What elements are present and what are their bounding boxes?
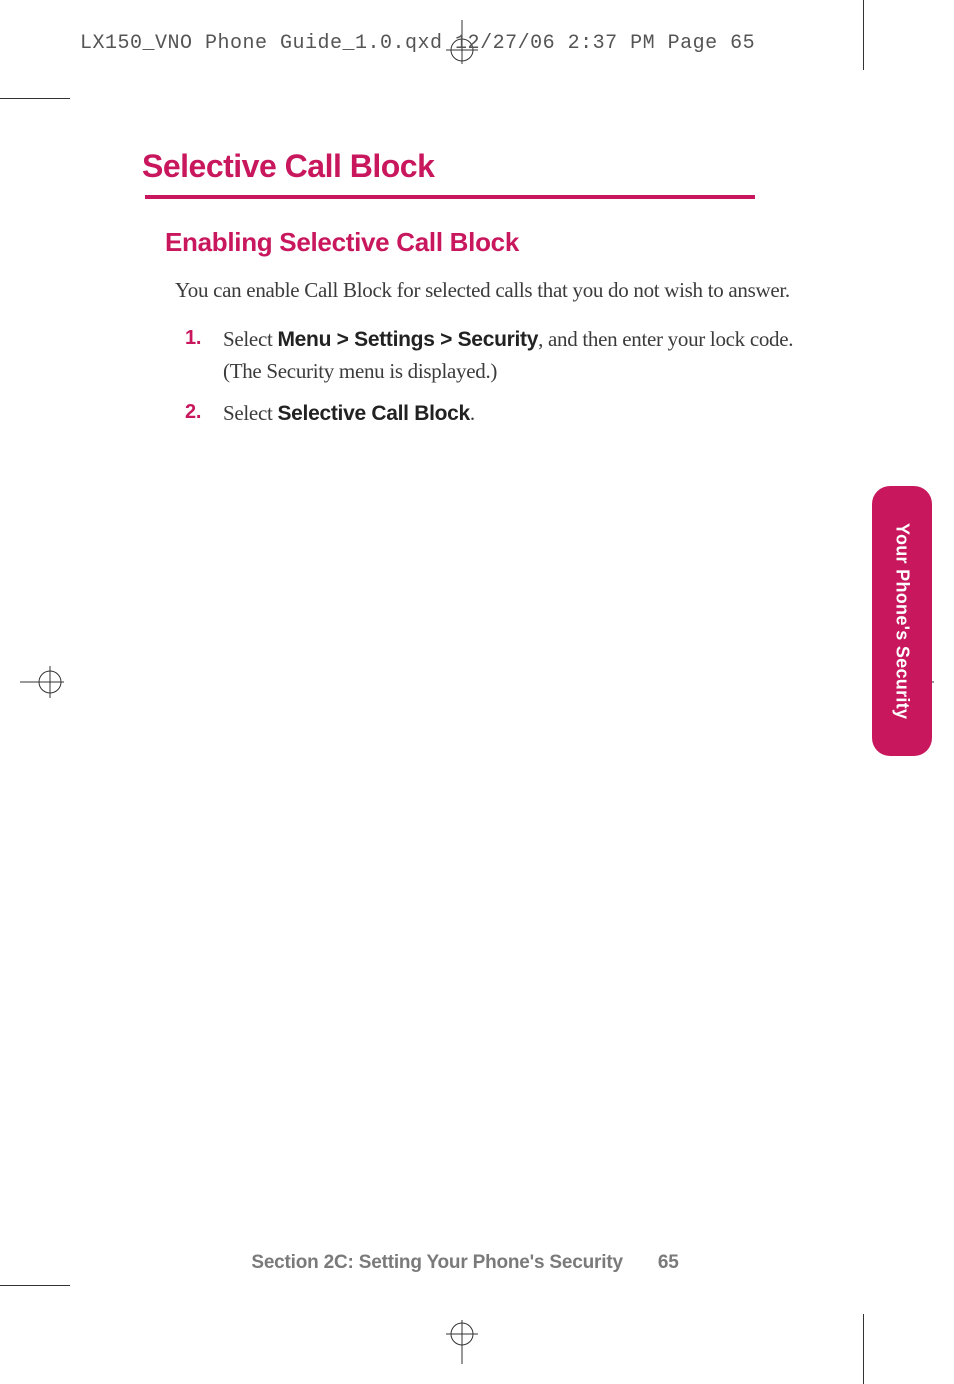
registration-mark-icon xyxy=(20,660,64,704)
intro-paragraph: You can enable Call Block for selected c… xyxy=(175,276,795,304)
step-text: Select Selective Call Block. xyxy=(223,398,795,429)
registration-mark-icon xyxy=(440,1320,484,1364)
crop-mark-icon xyxy=(0,1285,70,1286)
page-footer: Section 2C: Setting Your Phone's Securit… xyxy=(145,1252,785,1274)
menu-item: Selective Call Block xyxy=(277,402,469,425)
page-content: Selective Call Block Enabling Selective … xyxy=(145,148,795,442)
step-number: 2. xyxy=(185,398,223,429)
heading-rule xyxy=(145,195,755,199)
footer-section-label: Section 2C: Setting Your Phone's Securit… xyxy=(251,1252,622,1273)
print-slug: LX150_VNO Phone Guide_1.0.qxd 12/27/06 2… xyxy=(80,32,755,55)
list-item: 1. Select Menu > Settings > Security, an… xyxy=(185,324,795,386)
section-heading: Enabling Selective Call Block xyxy=(165,227,795,258)
step-list: 1. Select Menu > Settings > Security, an… xyxy=(185,324,795,429)
menu-path: Menu > Settings > Security xyxy=(277,328,538,351)
crop-mark-icon xyxy=(863,0,864,70)
page-title: Selective Call Block xyxy=(142,148,795,185)
step-number: 1. xyxy=(185,324,223,386)
crop-mark-icon xyxy=(863,1314,864,1384)
step-text: Select Menu > Settings > Security, and t… xyxy=(223,324,795,386)
page-number: 65 xyxy=(658,1252,679,1273)
section-tab: Your Phone's Security xyxy=(872,486,932,756)
list-item: 2. Select Selective Call Block. xyxy=(185,398,795,429)
crop-mark-icon xyxy=(0,98,70,99)
section-tab-label: Your Phone's Security xyxy=(892,523,913,719)
